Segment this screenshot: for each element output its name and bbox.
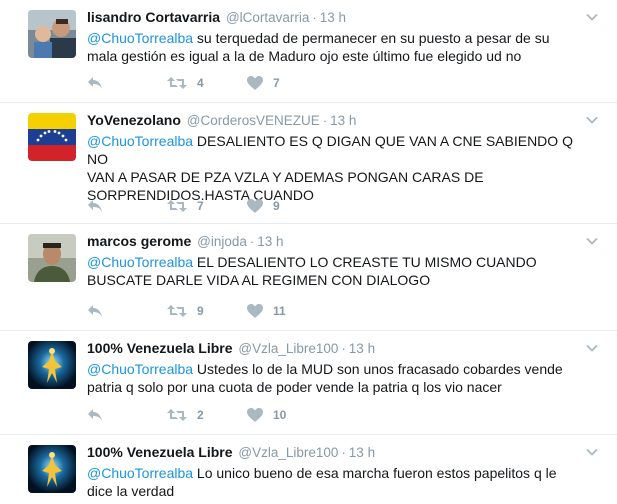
retweet-button[interactable]: 7 — [167, 199, 247, 213]
tweet-text: @ChuoTorrealba DESALIENTO ES Q DIGAN QUE… — [87, 132, 597, 204]
tweet-text: @ChuoTorrealba su terquedad de permanece… — [87, 29, 597, 65]
retweet-button[interactable]: 4 — [167, 76, 247, 90]
reply-icon — [88, 305, 102, 317]
separator-dot: · — [341, 445, 346, 460]
retweet-count: 4 — [197, 76, 204, 90]
reply-icon — [88, 77, 102, 89]
tweet-actions: 7 9 — [87, 197, 327, 215]
author-username[interactable]: @injoda — [197, 234, 247, 249]
like-icon — [247, 408, 263, 422]
tweet-text: @ChuoTorrealba Lo unico bueno de esa mar… — [87, 464, 597, 500]
caret-down-icon[interactable] — [585, 234, 599, 248]
tweet-timeline: lisandro Cortavarria @lCortavarria · 13 h … — [0, 0, 617, 504]
like-count: 9 — [273, 199, 280, 213]
tweet[interactable]: 100% Venezuela Libre @Vzla_Libre100 · 13 h… — [0, 435, 617, 504]
author-username[interactable]: @Vzla_Libre100 — [238, 445, 338, 460]
avatar[interactable] — [28, 10, 76, 58]
caret-down-icon[interactable] — [585, 10, 599, 24]
mention-link[interactable]: @ChuoTorrealba — [87, 361, 193, 377]
author-username[interactable]: @lCortavarria — [226, 10, 309, 25]
like-count: 7 — [273, 76, 280, 90]
separator-dot: · — [341, 341, 346, 356]
tweet-timestamp[interactable]: 13 h — [330, 113, 356, 128]
retweet-icon — [167, 305, 187, 317]
tweet[interactable]: 100% Venezuela Libre @Vzla_Libre100 · 13 h… — [0, 331, 617, 435]
tweet-actions: 4 7 — [87, 74, 327, 92]
separator-dot: · — [322, 113, 328, 128]
author-username[interactable]: @CorderosVENEZUE — [187, 113, 320, 128]
reply-icon — [88, 409, 102, 421]
retweet-icon — [167, 77, 187, 89]
avatar[interactable] — [28, 445, 76, 493]
mention-link[interactable]: @ChuoTorrealba — [87, 30, 193, 46]
separator-dot: · — [249, 234, 255, 249]
like-button[interactable]: 10 — [247, 408, 327, 422]
reply-icon — [88, 200, 102, 212]
avatar[interactable] — [28, 341, 76, 389]
mention-link[interactable]: @ChuoTorrealba — [87, 133, 193, 149]
retweet-button[interactable]: 2 — [167, 408, 247, 422]
author-name[interactable]: lisandro Cortavarria — [87, 9, 220, 25]
retweet-icon — [167, 200, 187, 212]
like-count: 11 — [273, 304, 286, 318]
tweet-timestamp[interactable]: 13 h — [257, 234, 283, 249]
retweet-count: 7 — [197, 199, 204, 213]
reply-button[interactable] — [87, 76, 167, 90]
author-name[interactable]: marcos gerome — [87, 233, 191, 249]
avatar[interactable] — [28, 113, 76, 161]
reply-button[interactable] — [87, 408, 167, 422]
tweet[interactable]: marcos gerome @injoda · 13 h @ChuoTorrealb… — [0, 224, 617, 331]
retweet-count: 9 — [197, 304, 204, 318]
author-name[interactable]: 100% Venezuela Libre — [87, 444, 233, 460]
reply-button[interactable] — [87, 199, 167, 213]
author-name[interactable]: 100% Venezuela Libre — [87, 340, 233, 356]
caret-down-icon[interactable] — [585, 445, 599, 459]
separator-dot: · — [312, 10, 317, 25]
like-icon — [247, 199, 263, 213]
tweet-text: @ChuoTorrealba Ustedes lo de la MUD son … — [87, 360, 597, 396]
tweet-actions: 2 10 — [87, 406, 327, 424]
retweet-button[interactable]: 9 — [167, 304, 247, 318]
tweet-timestamp[interactable]: 13 h — [349, 341, 375, 356]
like-button[interactable]: 7 — [247, 76, 327, 90]
caret-down-icon[interactable] — [585, 113, 599, 127]
mention-link[interactable]: @ChuoTorrealba — [87, 254, 193, 270]
like-count: 10 — [273, 408, 287, 422]
tweet-timestamp[interactable]: 13 h — [349, 445, 375, 460]
like-button[interactable]: 11 — [247, 304, 327, 318]
retweet-count: 2 — [197, 408, 204, 422]
author-username[interactable]: @Vzla_Libre100 — [238, 341, 338, 356]
like-button[interactable]: 9 — [247, 199, 327, 213]
tweet[interactable]: lisandro Cortavarria @lCortavarria · 13 h … — [0, 0, 617, 103]
caret-down-icon[interactable] — [585, 341, 599, 355]
tweet-timestamp[interactable]: 13 h — [320, 10, 346, 25]
reply-button[interactable] — [87, 304, 167, 318]
author-name[interactable]: YoVenezolano — [87, 112, 181, 128]
like-icon — [247, 76, 263, 90]
tweet[interactable]: YoVenezolano @CorderosVENEZUE · 13 h @Chuo… — [0, 103, 617, 224]
mention-link[interactable]: @ChuoTorrealba — [87, 465, 193, 481]
avatar[interactable] — [28, 234, 76, 282]
tweet-actions: 9 11 — [87, 302, 327, 320]
retweet-icon — [167, 409, 187, 421]
like-icon — [247, 304, 263, 318]
tweet-text: @ChuoTorrealba EL DESALIENTO LO CREASTE … — [87, 253, 597, 289]
